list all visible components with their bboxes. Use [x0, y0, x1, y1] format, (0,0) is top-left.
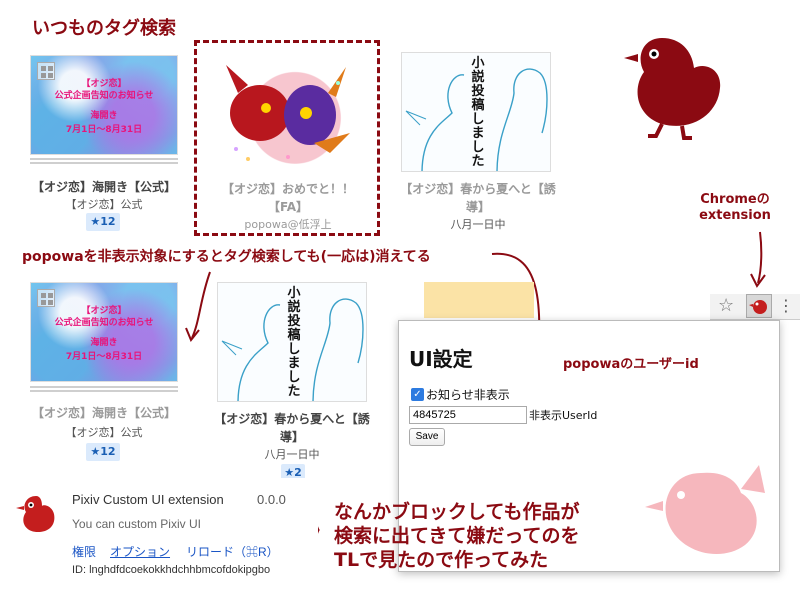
options-link[interactable]: オプション [110, 543, 170, 560]
artwork-thumbnail[interactable]: 小説投稿しました [401, 52, 551, 172]
thumb-line: 【オジ恋】 [81, 79, 127, 89]
userid-label: 非表示UserId [529, 409, 598, 422]
bookmark-badge[interactable]: ★12 [86, 443, 120, 461]
bird-watermark-icon [645, 465, 765, 555]
artwork-image [226, 65, 350, 161]
bottom-annotation-line: TLで見たので作ってみた [334, 549, 549, 571]
thumb-line: 海開き [90, 338, 118, 348]
extension-description: You can custom Pixiv UI [72, 517, 201, 531]
extension-card: Pixiv Custom UI extension 0.0.0 You can … [0, 478, 318, 600]
bottom-annotation: なんかブロックしても作品が 検索に出てきて嫌だってのを TLで見たので作ってみた [334, 500, 579, 572]
checkbox-icon[interactable]: ✓ [411, 388, 424, 401]
artwork-author[interactable]: 八月一日中 [212, 446, 372, 462]
bird-icon [624, 38, 721, 140]
sketch-text: 小説投稿しました [287, 286, 301, 399]
artwork-title[interactable]: 【オジ恋】おめでと！！【FA】 [208, 180, 368, 216]
star-icon[interactable]: ☆ [718, 296, 734, 316]
extension-id: ID: lnghdfdcoekokkhdchhbmcofdokipgbo [72, 564, 271, 576]
save-button[interactable]: Save [409, 428, 445, 446]
thumb-line: 公式企画告知のお知らせ [54, 91, 154, 101]
artwork-author[interactable]: 八月一日中 [398, 216, 558, 232]
artwork-thumbnail[interactable]: 【オジ恋】 公式企画告知のお知らせ 海開き 7月1日〜8月31日 [30, 55, 178, 155]
popup-annotation: popowaのユーザーid [563, 357, 699, 372]
artwork-author[interactable]: 【オジ恋】公式 [24, 196, 184, 212]
extension-name: Pixiv Custom UI extension [72, 492, 224, 507]
popup-title: UI設定 [409, 347, 473, 371]
page-heading: いつものタグ検索 [32, 18, 176, 39]
checkbox-label: お知らせ非表示 [426, 388, 510, 402]
stack-line [30, 158, 178, 160]
artwork-author[interactable]: popowa@低浮上 [208, 216, 368, 232]
chrome-annotation-line: extension [699, 208, 771, 223]
artwork-thumbnail[interactable] [218, 53, 358, 171]
extension-logo-icon [16, 496, 55, 532]
artwork-thumbnail[interactable]: 【オジ恋】 公式企画告知のお知らせ 海開き 7月1日〜8月31日 [30, 282, 178, 382]
thumb-line: 7月1日〜8月31日 [65, 125, 143, 135]
thumb-line: 海開き [90, 111, 118, 121]
menu-icon[interactable]: ⋮ [778, 296, 794, 316]
annotation-hide: popowaを非表示対象にするとタグ検索しても(一応は)消えてる [22, 249, 431, 265]
thumb-line: 【オジ恋】 [81, 306, 127, 316]
bottom-annotation-line: なんかブロックしても作品が [334, 501, 580, 523]
userid-input[interactable]: 4845725 [409, 406, 527, 424]
artwork-author[interactable]: 【オジ恋】公式 [24, 424, 184, 440]
extension-icon[interactable] [746, 294, 772, 318]
thumb-line: 公式企画告知のお知らせ [54, 318, 154, 328]
artwork-title[interactable]: 【オジ恋】春から夏へと【誘導】 [212, 410, 372, 446]
thumb-line: 7月1日〜8月31日 [65, 352, 143, 362]
artwork-thumbnail[interactable] [424, 282, 534, 318]
chrome-annotation: Chromeの extension [694, 192, 776, 224]
sketch-text: 小説投稿しました [471, 56, 485, 169]
bookmark-badge[interactable]: ★12 [86, 213, 120, 231]
extension-version: 0.0.0 [257, 492, 286, 507]
bottom-annotation-line: 検索に出てきて嫌だってのを [334, 525, 580, 547]
reload-link[interactable]: リロード（⌘R） [186, 543, 279, 560]
artwork-title[interactable]: 【オジ恋】海開き【公式】 [24, 404, 184, 422]
stack-line [30, 390, 178, 392]
permissions-link[interactable]: 権限 [72, 543, 96, 560]
artwork-title[interactable]: 【オジ恋】春から夏へと【誘導】 [398, 180, 558, 216]
stack-line [30, 386, 178, 388]
artwork-title[interactable]: 【オジ恋】海開き【公式】 [24, 178, 184, 196]
chrome-annotation-line: Chromeの [700, 192, 770, 207]
stack-line [30, 162, 178, 164]
artwork-thumbnail[interactable]: 小説投稿しました [217, 282, 367, 402]
